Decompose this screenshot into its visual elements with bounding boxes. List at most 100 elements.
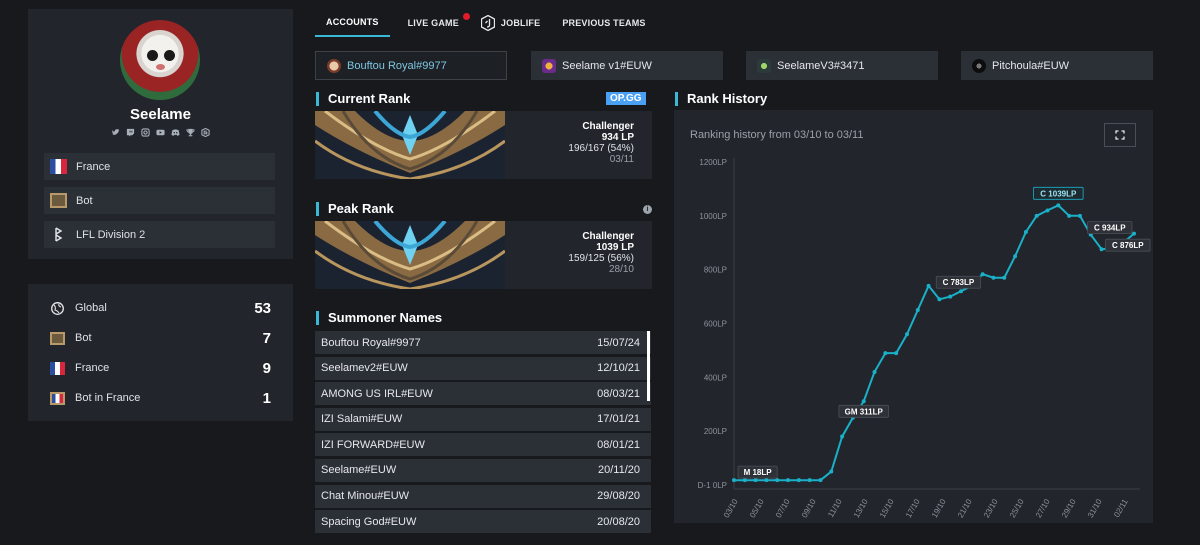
list-item: IZI Salami#EUW 17/01/21 [315, 407, 651, 431]
account-tab-pitchoula[interactable]: Pitchoula#EUW [961, 51, 1153, 80]
joblife-logo-icon [480, 15, 495, 31]
trophy-icon[interactable] [186, 128, 195, 137]
list-item: IZI FORWARD#EUW 08/01/21 [315, 433, 651, 457]
list-item: AMONG US IRL#EUW 08/03/21 [315, 382, 651, 406]
opgg-link-button[interactable]: OP.GG [606, 92, 646, 105]
account-label: SeelameV3#3471 [777, 59, 865, 72]
annotation-label: C 876LP [1112, 241, 1144, 250]
data-point [1099, 247, 1104, 252]
twitter-icon[interactable] [111, 128, 120, 137]
data-point [786, 478, 791, 483]
tab-accounts[interactable]: ACCOUNTS [315, 9, 390, 37]
x-tick-label: 07/10 [774, 497, 792, 519]
rank-history-chart: D-1 0LP 200LP 400LP 600LP 800LP 1000LP 1200LP 0… [698, 158, 1151, 519]
challenger-emblem-icon [315, 221, 505, 289]
data-point [1132, 231, 1136, 236]
names-scrollbar[interactable] [647, 331, 650, 401]
data-point [991, 275, 996, 280]
summoner-name: Bouftou Royal#9977 [321, 336, 421, 349]
tab-previous-teams[interactable]: PREVIOUS TEAMS [551, 9, 656, 37]
data-point [904, 332, 909, 337]
x-tick-label: 17/10 [904, 497, 922, 519]
x-tick-label: 27/10 [1034, 497, 1052, 519]
rank-record: 159/125 (56%) [568, 253, 634, 264]
youtube-icon[interactable] [156, 128, 165, 137]
lfl-icon [50, 227, 67, 242]
y-tick-label: 400LP [704, 373, 727, 382]
data-point [872, 369, 877, 374]
tab-joblife[interactable]: JOBLIFE [470, 9, 551, 37]
profile-tabs: ACCOUNTS LIVE GAME JOBLIFE PREVIOUS TEAM… [315, 9, 657, 37]
ladder-row-global: Global 53 [50, 297, 271, 319]
x-tick-label: 02/11 [1112, 497, 1130, 519]
france-flag-icon [50, 361, 65, 375]
peak-rank-stats: Challenger 1039 LP 159/125 (56%) 28/10 [568, 231, 634, 275]
profile-role-row: Bot [44, 187, 275, 214]
account-avatar-icon [327, 58, 341, 73]
summoner-names-title: Summoner Names [316, 311, 442, 325]
data-point [926, 283, 931, 288]
profile-country-label: France [76, 160, 111, 173]
tab-live-game[interactable]: LIVE GAME [397, 9, 470, 37]
data-point [959, 289, 964, 294]
rank-lp: 934 LP [601, 132, 634, 143]
player-profile-card: Seelame France Bot LFL Division 2 [28, 9, 293, 259]
discord-icon[interactable] [171, 128, 180, 137]
info-icon[interactable]: i [643, 205, 652, 214]
summoner-name: AMONG US IRL#EUW [321, 387, 433, 400]
data-point [1023, 229, 1028, 234]
data-point [1056, 203, 1061, 208]
summoner-name-date: 17/01/21 [597, 413, 640, 426]
x-tick-label: 21/10 [956, 497, 974, 519]
bot-lane-icon [50, 193, 67, 208]
data-point [1034, 213, 1039, 218]
account-tab-seelame-v1[interactable]: Seelame v1#EUW [531, 51, 723, 80]
y-tick-label: 1200LP [699, 158, 727, 167]
challenger-emblem-icon [315, 111, 505, 179]
rank-history-title: Rank History [675, 92, 767, 106]
list-item: Seelame#EUW 20/11/20 [315, 458, 651, 482]
rank-date: 03/11 [609, 154, 634, 165]
account-tab-seelame-v3[interactable]: SeelameV3#3471 [746, 51, 938, 80]
list-item: Spacing God#EUW 20/08/20 [315, 510, 651, 534]
ladder-label: Bot [75, 332, 92, 344]
x-tick-label: 09/10 [800, 497, 818, 519]
bot-in-france-icon [50, 391, 65, 405]
summoner-name: IZI FORWARD#EUW [321, 438, 425, 451]
summoner-name: IZI Salami#EUW [321, 413, 403, 426]
summoner-name: Seelamev2#EUW [321, 362, 408, 375]
ladder-label: Bot in France [75, 392, 141, 404]
ladder-row-france: France 9 [50, 357, 271, 379]
summoner-name: Chat Minou#EUW [321, 490, 410, 503]
profile-role-label: Bot [76, 194, 93, 207]
account-avatar-icon [757, 58, 771, 73]
data-point [764, 478, 769, 483]
y-tick-label: 1000LP [699, 212, 727, 221]
x-tick-label: 31/10 [1086, 497, 1104, 519]
leaguepedia-icon[interactable] [201, 128, 210, 137]
player-name: Seelame [130, 106, 191, 123]
data-point [1067, 213, 1072, 218]
summoner-name-date: 20/08/20 [597, 515, 640, 528]
rank-date: 28/10 [608, 264, 634, 275]
list-item: Chat Minou#EUW 29/08/20 [315, 484, 651, 508]
data-point [894, 351, 899, 356]
twitch-icon[interactable] [126, 128, 135, 137]
y-tick-label: 200LP [704, 427, 727, 436]
data-point [742, 478, 747, 483]
instagram-icon[interactable] [141, 128, 150, 137]
summoner-name: Seelame#EUW [321, 464, 397, 477]
data-point [1045, 208, 1050, 213]
ladder-value: 53 [254, 299, 271, 317]
rank-tier: Challenger [582, 231, 634, 242]
france-flag-icon [50, 159, 67, 174]
y-tick-label: 800LP [704, 266, 727, 275]
annotation-label: C 1039LP [1040, 189, 1077, 198]
rank-history-panel: Ranking history from 03/10 to 03/11 D-1 … [674, 110, 1153, 523]
account-tab-bouftou-royal[interactable]: Bouftou Royal#9977 [315, 51, 507, 80]
ladder-value: 7 [262, 329, 271, 347]
data-point [840, 434, 845, 439]
profile-league-row[interactable]: LFL Division 2 [44, 221, 275, 248]
profile-league-label: LFL Division 2 [76, 228, 146, 241]
annotation-label: C 934LP [1094, 224, 1126, 233]
